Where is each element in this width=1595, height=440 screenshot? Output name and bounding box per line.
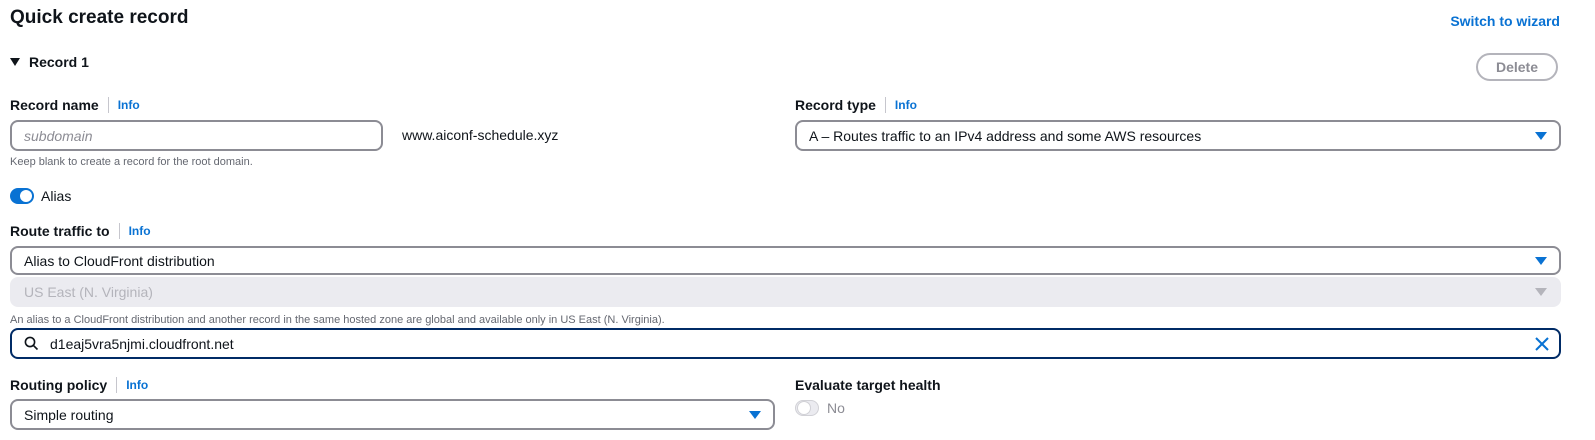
alias-label: Alias (41, 188, 72, 204)
evaluate-health-label: Evaluate target health (795, 377, 941, 393)
divider (107, 97, 109, 113)
alias-toggle[interactable] (10, 188, 34, 204)
domain-suffix: www.aiconf-schedule.xyz (402, 127, 559, 143)
record-name-input[interactable]: subdomain (10, 120, 383, 151)
routing-policy-info-link[interactable]: Info (126, 378, 148, 392)
region-value: US East (N. Virginia) (24, 284, 153, 300)
region-hint: An alias to a CloudFront distribution an… (10, 314, 665, 326)
record-type-label-text: Record type (795, 97, 876, 113)
record-type-value: A – Routes traffic to an IPv4 address an… (809, 127, 1202, 144)
route-traffic-label-text: Route traffic to (10, 223, 110, 239)
evaluate-health-toggle-row: No (795, 400, 845, 416)
caret-down-icon (749, 410, 761, 419)
route-traffic-label: Route traffic to Info (10, 223, 151, 239)
delete-button[interactable]: Delete (1476, 53, 1558, 81)
distribution-search-input[interactable]: d1eaj5vra5njmi.cloudfront.net (10, 328, 1561, 359)
evaluate-health-toggle (795, 400, 819, 416)
record-1-toggle[interactable]: Record 1 (10, 54, 89, 70)
routing-policy-label: Routing policy Info (10, 377, 148, 393)
caret-down-icon (10, 58, 20, 66)
endpoint-value: Alias to CloudFront distribution (24, 252, 215, 269)
caret-down-icon (1535, 256, 1547, 265)
caret-down-icon (1535, 131, 1547, 140)
record-name-info-link[interactable]: Info (118, 98, 140, 112)
search-icon (24, 336, 39, 351)
routing-policy-select[interactable]: Simple routing (10, 399, 775, 430)
divider (116, 377, 118, 393)
divider (884, 97, 886, 113)
record-type-info-link[interactable]: Info (895, 98, 917, 112)
page-title: Quick create record (10, 7, 189, 28)
caret-down-icon (1535, 288, 1547, 296)
region-select: US East (N. Virginia) (10, 277, 1561, 307)
record-name-label: Record name Info (10, 97, 140, 113)
routing-policy-label-text: Routing policy (10, 377, 108, 393)
record-type-label: Record type Info (795, 97, 917, 113)
evaluate-health-value: No (827, 400, 845, 416)
record-type-select[interactable]: A – Routes traffic to an IPv4 address an… (795, 120, 1561, 151)
alias-toggle-row[interactable]: Alias (10, 188, 71, 204)
distribution-search-value: d1eaj5vra5njmi.cloudfront.net (50, 335, 234, 352)
switch-to-wizard-link[interactable]: Switch to wizard (1450, 13, 1560, 29)
route-traffic-info-link[interactable]: Info (129, 224, 151, 238)
routing-policy-value: Simple routing (24, 406, 114, 423)
record-heading: Record 1 (29, 54, 89, 70)
record-name-hint: Keep blank to create a record for the ro… (10, 156, 253, 168)
endpoint-select[interactable]: Alias to CloudFront distribution (10, 246, 1561, 275)
record-name-label-text: Record name (10, 97, 99, 113)
divider (118, 223, 120, 239)
close-icon[interactable] (1535, 336, 1549, 351)
